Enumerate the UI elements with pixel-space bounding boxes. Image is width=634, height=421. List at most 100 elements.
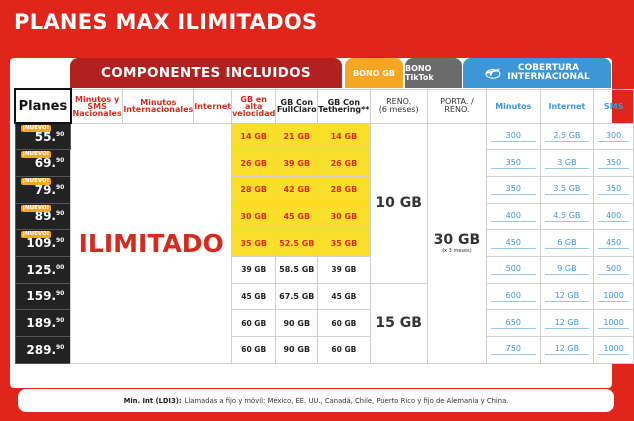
intl-min-value: 650 xyxy=(491,318,536,329)
gb-tethering-cell: 14 GB xyxy=(317,122,371,151)
gb-tethering-cell: 45 GB xyxy=(317,282,371,311)
intl-sms-value: 350 xyxy=(598,158,629,169)
intl-sms-cell: 1000 xyxy=(593,309,634,337)
intl-sms-value: 450 xyxy=(598,238,629,249)
intl-min-cell: 600 xyxy=(486,282,541,311)
header-minutos-sms: Minutos y SMS Nacionales xyxy=(70,88,124,124)
gb-alta-cell: 45 GB xyxy=(231,282,277,311)
intl-net-cell: 3 GB xyxy=(539,149,595,177)
intl-min-value: 750 xyxy=(491,344,536,356)
plan-price-value: 109. xyxy=(26,236,56,251)
intl-net-value: 12 GB xyxy=(544,344,590,356)
header-int-minutos: Minutos xyxy=(486,88,541,124)
intl-sms-value: 350 xyxy=(598,184,629,196)
ilimitado-cell: ILIMITADO xyxy=(70,122,233,364)
new-badge: ¡NUEVO! xyxy=(20,231,52,239)
header-int-internet: Internet xyxy=(539,88,595,124)
plan-price-cents: 90 xyxy=(56,157,65,165)
intl-sms-cell: 400 xyxy=(593,202,634,231)
gb-tethering-cell: 30 GB xyxy=(317,202,371,231)
intl-sms-value: 300 xyxy=(598,131,629,142)
intl-sms-cell: 300 xyxy=(593,122,634,151)
intl-sms-cell: 350 xyxy=(593,175,634,204)
gb-alta-cell: 35 GB xyxy=(231,229,277,257)
header-gb-fullclaro: GB Con FullClaro xyxy=(275,88,319,124)
gb-tethering-cell: 60 GB xyxy=(317,336,371,364)
intl-min-value: 500 xyxy=(491,264,536,276)
intl-net-value: 3 GB xyxy=(544,158,590,169)
tab-bono-tiktok: BONO TikTok xyxy=(405,58,462,88)
plan-price: 289.90 xyxy=(14,336,72,364)
intl-net-value: 3.5 GB xyxy=(544,184,590,196)
gb-alta-cell: 28 GB xyxy=(231,175,277,204)
intl-min-cell: 350 xyxy=(486,149,541,177)
intl-sms-cell: 500 xyxy=(593,255,634,284)
header-reno: RENO. (6 meses) xyxy=(369,88,428,124)
intl-min-cell: 750 xyxy=(486,336,541,364)
intl-min-cell: 450 xyxy=(486,229,541,257)
intl-min-value: 600 xyxy=(491,291,536,302)
header-reno-sub: (6 meses) xyxy=(378,105,419,114)
plan-price-cents: 90 xyxy=(56,183,65,191)
intl-net-cell: 12 GB xyxy=(539,309,595,337)
gb-alta-cell: 14 GB xyxy=(231,122,277,151)
intl-net-value: 12 GB xyxy=(544,291,590,302)
porta-cell: 30 GB (x 3 meses) xyxy=(426,122,488,364)
plan-price: ¡NUEVO! 109.90 xyxy=(14,229,72,257)
gb-fullclaro-cell: 90 GB xyxy=(275,309,319,337)
plan-price: ¡NUEVO! 79.90 xyxy=(14,175,72,204)
plan-price: 125.00 xyxy=(14,255,72,284)
porta-value: 30 GB xyxy=(433,231,481,248)
gb-alta-cell: 60 GB xyxy=(231,336,277,364)
footnote: ** Solo por estado de emergencia se podr… xyxy=(20,371,298,377)
bottom-note-label: Min. Int (LDI3): xyxy=(123,396,182,405)
intl-net-value: 12 GB xyxy=(544,318,590,329)
header-internet: Internet xyxy=(193,88,233,124)
gb-tethering-cell: 35 GB xyxy=(317,229,371,257)
intl-min-value: 350 xyxy=(491,184,536,196)
plan-price-cents: 90 xyxy=(56,237,65,245)
intl-sms-value: 1000 xyxy=(598,291,629,302)
gb-fullclaro-cell: 21 GB xyxy=(275,122,319,151)
bottom-note: Min. Int (LDI3): Llamadas a fijo y móvil… xyxy=(18,389,614,412)
intl-net-value: 9 GB xyxy=(544,264,590,276)
airplane-globe-icon xyxy=(485,68,501,79)
page-title: PLANES MAX ILIMITADOS xyxy=(14,10,318,34)
plan-price-cents: 90 xyxy=(56,343,65,351)
header-gb-alta: GB en alta velocidad xyxy=(231,88,277,124)
plan-price: 159.90 xyxy=(14,282,72,311)
intl-net-cell: 3.5 GB xyxy=(539,175,595,204)
gb-fullclaro-cell: 39 GB xyxy=(275,149,319,177)
intl-net-value: 6 GB xyxy=(544,238,590,249)
gb-fullclaro-cell: 45 GB xyxy=(275,202,319,231)
reno-cell: 10 GB xyxy=(369,122,428,284)
plan-price-value: 69. xyxy=(34,156,56,171)
plan-price-value: 159. xyxy=(26,289,56,304)
intl-net-cell: 6 GB xyxy=(539,229,595,257)
gb-tethering-cell: 60 GB xyxy=(317,309,371,337)
plan-price: ¡NUEVO! 55.90 xyxy=(14,122,72,151)
plan-price-value: 189. xyxy=(26,316,56,331)
gb-alta-cell: 39 GB xyxy=(231,255,277,284)
plan-price-cents: 90 xyxy=(56,317,65,325)
gb-tethering-cell: 39 GB xyxy=(317,255,371,284)
new-badge: ¡NUEVO! xyxy=(20,177,52,185)
intl-sms-value: 1000 xyxy=(598,318,629,329)
intl-net-cell: 9 GB xyxy=(539,255,595,284)
intl-net-value: 4.5 GB xyxy=(544,211,590,222)
gb-alta-cell: 30 GB xyxy=(231,202,277,231)
intl-net-value: 2.5 GB xyxy=(544,131,590,142)
plan-price-cents: 00 xyxy=(56,263,65,271)
intl-sms-cell: 1000 xyxy=(593,336,634,364)
plan-price-cents: 90 xyxy=(56,130,65,138)
new-badge: ¡NUEVO! xyxy=(20,204,52,212)
header-gb-tethering: GB Con Tethering** xyxy=(317,88,371,124)
bottom-note-text: Llamadas a fijo y móvil: México, EE. UU.… xyxy=(184,396,509,405)
intl-net-cell: 2.5 GB xyxy=(539,122,595,151)
reno-cell: 15 GB xyxy=(369,282,428,364)
intl-min-value: 400 xyxy=(491,211,536,222)
plans-table: Planes Minutos y SMS Nacionales Minutos … xyxy=(14,88,634,364)
gb-fullclaro-cell: 90 GB xyxy=(275,336,319,364)
plan-price-value: 289. xyxy=(26,342,56,357)
tab-intl-coverage: COBERTURA INTERNACIONAL xyxy=(463,58,611,88)
